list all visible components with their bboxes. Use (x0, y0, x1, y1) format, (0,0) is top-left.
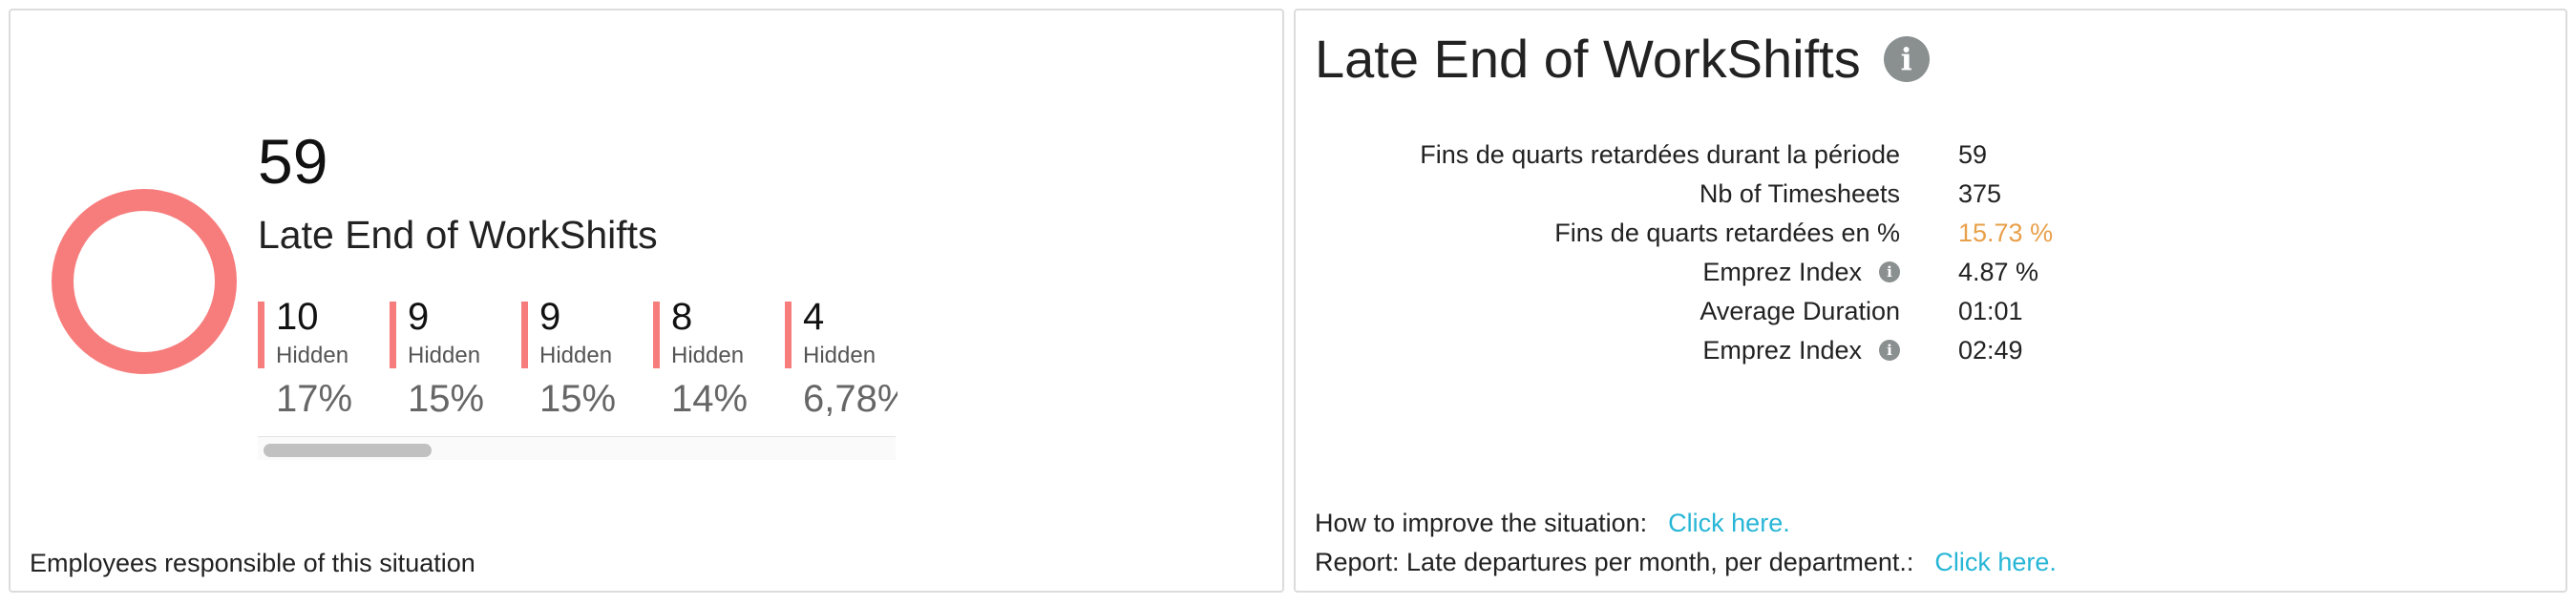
panel-subtitle: Late End of WorkShifts (258, 213, 658, 257)
card-accent-bar (653, 302, 660, 368)
stat-row: Fins de quarts retardées en % 15.73 % (1296, 219, 2565, 257)
employees-panel: 59 Late End of WorkShifts 10 Hidden 17% … (9, 9, 1284, 593)
info-icon[interactable]: i (1883, 36, 1930, 83)
card-count: 9 (408, 296, 430, 338)
stat-label-text: Emprez Index (1702, 258, 1862, 286)
stat-row: Nb of Timesheets 375 (1296, 179, 2565, 218)
summary-title-text: Late End of WorkShifts (1315, 29, 1861, 89)
summary-panel: Late End of WorkShifts i Fins de quarts r… (1294, 9, 2567, 593)
stat-value-percent: 15.73 % (1958, 219, 2054, 247)
stat-row: Average Duration 01:01 (1296, 297, 2565, 335)
panel-footer-label: Employees responsible of this situation (30, 549, 475, 577)
stat-label-text: Emprez Index (1702, 336, 1862, 365)
employee-card[interactable]: 9 Hidden 15% (521, 294, 645, 437)
info-icon[interactable]: i (1879, 261, 1900, 282)
report-label: Report: Late departures per month, per d… (1315, 548, 1914, 576)
card-percent: 14% (671, 378, 749, 420)
card-employee-name: Hidden (276, 343, 349, 368)
card-count: 9 (539, 296, 561, 338)
card-percent: 6,78% (803, 378, 897, 420)
report-row: Report: Late departures per month, per d… (1315, 548, 2057, 577)
card-accent-bar (521, 302, 528, 368)
stat-value: 4.87 % (1958, 258, 2039, 286)
card-percent: 15% (408, 378, 485, 420)
card-count: 4 (803, 296, 825, 338)
improve-label: How to improve the situation: (1315, 509, 1648, 537)
stat-label: Fins de quarts retardées durant la pério… (1420, 140, 1900, 169)
employee-card[interactable]: 8 Hidden 14% (653, 294, 777, 437)
card-employee-name: Hidden (539, 343, 613, 368)
stat-value: 01:01 (1958, 297, 2023, 325)
horizontal-scrollbar[interactable] (258, 436, 896, 460)
stat-label: Average Duration (1700, 297, 1900, 325)
stat-label-with-info: Emprez Index i (1702, 336, 1900, 365)
summary-title: Late End of WorkShifts i (1315, 28, 1930, 90)
stat-row: Emprez Index i 4.87 % (1296, 258, 2565, 296)
card-count: 8 (671, 296, 693, 338)
employee-card[interactable]: 9 Hidden 15% (390, 294, 514, 437)
improve-row: How to improve the situation: Click here. (1315, 509, 1790, 538)
card-accent-bar (390, 302, 396, 368)
stat-label: Nb of Timesheets (1699, 179, 1900, 208)
stat-row: Emprez Index i 02:49 (1296, 336, 2565, 374)
stat-value: 375 (1958, 179, 2002, 208)
card-accent-bar (785, 302, 792, 368)
late-end-count: 59 (258, 126, 328, 197)
card-employee-name: Hidden (803, 343, 876, 368)
stat-value: 59 (1958, 140, 1988, 169)
employee-card[interactable]: 4 Hidden 6,78% (785, 294, 897, 437)
card-employee-name: Hidden (408, 343, 481, 368)
card-accent-bar (258, 302, 264, 368)
report-link[interactable]: Click here. (1934, 548, 2057, 576)
stat-label-with-info: Emprez Index i (1702, 258, 1900, 287)
stat-value: 02:49 (1958, 336, 2023, 365)
stat-label: Fins de quarts retardées en % (1554, 219, 1900, 247)
employee-card[interactable]: 10 Hidden 17% (258, 294, 382, 437)
card-percent: 17% (276, 378, 353, 420)
scrollbar-thumb[interactable] (264, 444, 432, 457)
card-percent: 15% (539, 378, 617, 420)
card-count: 10 (276, 296, 319, 338)
info-icon[interactable]: i (1879, 339, 1900, 361)
card-employee-name: Hidden (671, 343, 745, 368)
improve-link[interactable]: Click here. (1668, 509, 1790, 537)
donut-chart (52, 189, 237, 374)
stat-row: Fins de quarts retardées durant la pério… (1296, 140, 2565, 178)
